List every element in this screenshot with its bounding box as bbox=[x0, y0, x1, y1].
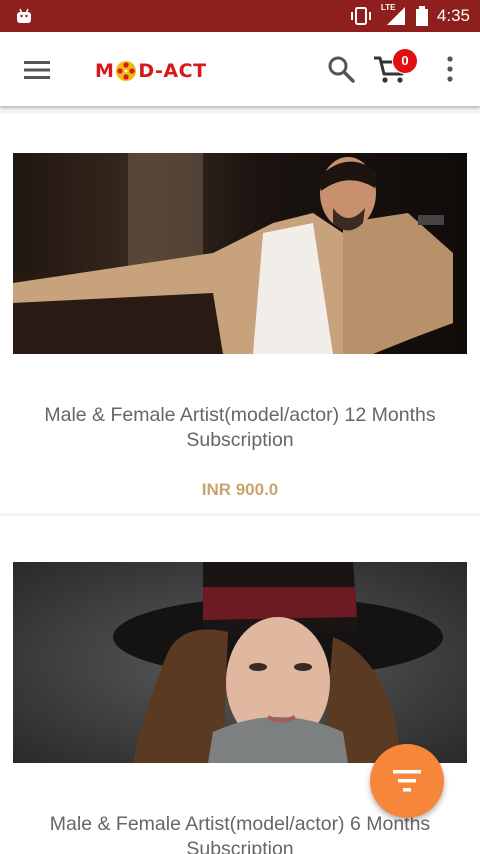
product-price: INR 900.0 bbox=[201, 480, 279, 499]
product-title: Male & Female Artist(model/actor) 12 Mon… bbox=[44, 404, 436, 451]
battery-icon bbox=[415, 6, 428, 26]
android-notification-icon bbox=[17, 8, 31, 23]
cart-count-badge: 0 bbox=[392, 48, 418, 74]
app-bar: M D-ACT 0 bbox=[0, 32, 480, 106]
hamburger-menu-icon[interactable] bbox=[22, 56, 52, 84]
clock: 4:35 bbox=[436, 6, 470, 25]
filter-fab[interactable] bbox=[370, 744, 444, 818]
search-icon[interactable] bbox=[326, 54, 356, 84]
product-image-male-model bbox=[13, 153, 467, 354]
product-image-female-model bbox=[13, 562, 467, 763]
logo-text-right: D-ACT bbox=[138, 60, 207, 82]
app-logo: M D-ACT bbox=[95, 56, 207, 86]
product-title: Male & Female Artist(model/actor) 6 Mont… bbox=[49, 813, 431, 854]
filter-icon bbox=[393, 770, 421, 792]
product-list: Male & Female Artist(model/actor) 12 Mon… bbox=[0, 106, 480, 854]
more-options-icon[interactable] bbox=[440, 54, 460, 84]
film-reel-icon bbox=[116, 61, 137, 81]
product-card[interactable]: Male & Female Artist(model/actor) 12 Mon… bbox=[0, 114, 480, 513]
status-bar: LTE 4:35 bbox=[0, 0, 480, 32]
vibrate-icon bbox=[350, 7, 371, 25]
lte-signal-icon: LTE bbox=[381, 3, 407, 27]
logo-text-left: M bbox=[95, 60, 115, 82]
